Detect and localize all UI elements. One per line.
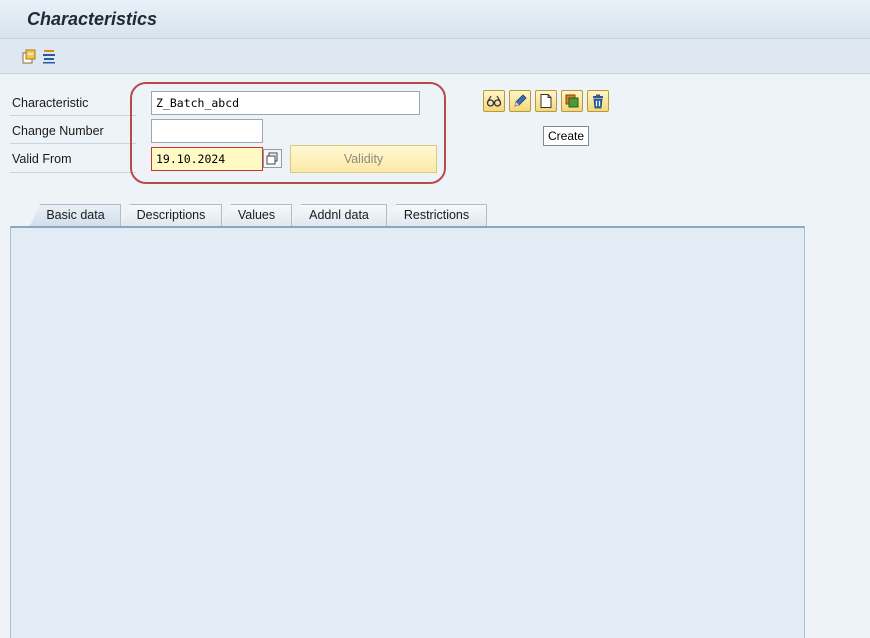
create-icon: [540, 94, 552, 108]
tab-basic-data[interactable]: Basic data: [30, 204, 121, 226]
copy-button[interactable]: [561, 90, 583, 112]
valid-from-label: Valid From: [12, 152, 72, 166]
create-tooltip: Create: [543, 126, 589, 146]
change-button[interactable]: [509, 90, 531, 112]
tab-descriptions[interactable]: Descriptions: [120, 204, 222, 226]
display-icon: [486, 95, 502, 107]
copy-icon: [565, 94, 579, 108]
tab-restrictions[interactable]: Restrictions: [386, 204, 487, 226]
delete-icon: [593, 94, 603, 109]
characteristic-label: Characteristic: [12, 96, 89, 110]
page-title: Characteristics: [27, 9, 158, 29]
application-toolbar: [0, 39, 870, 74]
other-object-icon[interactable]: [20, 47, 38, 65]
change-pencil-icon: [514, 94, 527, 107]
change-number-label: Change Number: [12, 124, 104, 138]
tab-addnl-data[interactable]: Addnl data: [291, 204, 387, 226]
divider: [10, 143, 136, 144]
tab-content-panel: [10, 226, 805, 638]
title-bar: Characteristics: [0, 0, 870, 39]
tab-values[interactable]: Values: [221, 204, 292, 226]
divider: [10, 172, 136, 173]
delete-button[interactable]: [587, 90, 609, 112]
divider: [10, 115, 136, 116]
create-button[interactable]: [535, 90, 557, 112]
highlight-annotation: [130, 82, 446, 184]
display-button[interactable]: [483, 90, 505, 112]
display-list-icon[interactable]: [40, 47, 58, 65]
